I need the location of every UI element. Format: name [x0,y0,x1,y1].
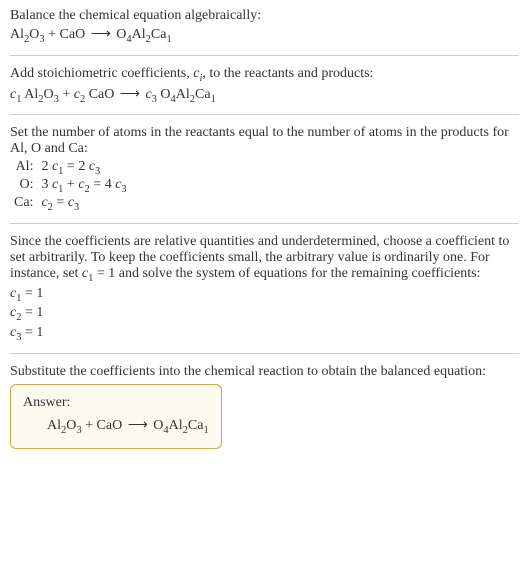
species-al2o3: Al2O3 [10,27,45,42]
solve-section: Since the coefficients are relative quan… [10,234,519,343]
element-label-al: Al: [10,159,37,177]
add-coefficients-text: Add stoichiometric coefficients, ci, to … [10,66,519,84]
species-al2o3: Al2O3 [24,87,59,102]
atom-equations-table: Al: 2 c1 = 2 c3 O: 3 c1 + c2 = 4 c3 Ca: … [10,159,131,212]
element-label-o: O: [10,177,37,195]
species-cao: CaO [89,87,115,102]
intro-section: Balance the chemical equation algebraica… [10,8,519,45]
species-al2o3: Al2O3 [47,418,82,433]
result-section: Substitute the coefficients into the che… [10,364,519,449]
table-row: Al: 2 c1 = 2 c3 [10,159,131,177]
coefficient-equation: c1 Al2O3 + c2 CaO ⟶ c3 O4Al2Ca1 [10,86,519,105]
element-label-ca: Ca: [10,195,37,213]
divider [10,353,519,354]
species-product: O4Al2Ca1 [160,87,215,102]
table-row: Ca: c2 = c3 [10,195,131,213]
species-cao: CaO [60,27,86,42]
atom-balance-text: Set the number of atoms in the reactants… [10,125,519,157]
answer-label: Answer: [23,395,209,411]
reaction-arrow: ⟶ [85,27,116,42]
table-row: O: 3 c1 + c2 = 4 c3 [10,177,131,195]
intro-text: Balance the chemical equation algebraica… [10,8,519,24]
divider [10,114,519,115]
divider [10,55,519,56]
balanced-equation: Al2O3 + CaO ⟶ O4Al2Ca1 [23,417,209,436]
answer-box: Answer: Al2O3 + CaO ⟶ O4Al2Ca1 [10,384,222,449]
substitute-text: Substitute the coefficients into the che… [10,364,519,380]
reaction-arrow: ⟶ [122,418,153,433]
solve-text: Since the coefficients are relative quan… [10,234,519,284]
equation-o: 3 c1 + c2 = 4 c3 [37,177,130,195]
equation-ca: c2 = c3 [37,195,130,213]
atom-balance-section: Set the number of atoms in the reactants… [10,125,519,212]
species-cao: CaO [97,418,123,433]
unbalanced-equation: Al2O3 + CaO ⟶ O4Al2Ca1 [10,26,519,45]
species-product: O4Al2Ca1 [116,27,171,42]
coefficient-value-c3: c3 = 1 [10,325,519,343]
species-product: O4Al2Ca1 [153,418,208,433]
reaction-arrow: ⟶ [114,87,145,102]
equation-al: 2 c1 = 2 c3 [37,159,130,177]
coefficient-value-c1: c1 = 1 [10,286,519,304]
coefficient-value-c2: c2 = 1 [10,305,519,323]
add-coefficients-section: Add stoichiometric coefficients, ci, to … [10,66,519,105]
divider [10,223,519,224]
